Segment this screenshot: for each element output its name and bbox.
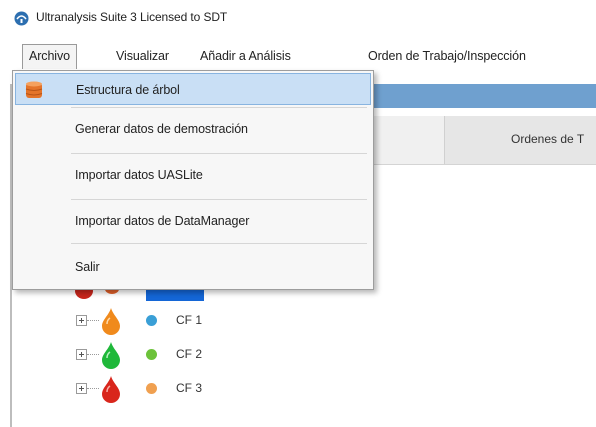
archivo-dropdown-menu: Estructura de árbol Generar datos de dem…	[12, 70, 374, 290]
tree-node-label: CF 2	[176, 347, 203, 361]
menu-item-label: Importar datos de DataManager	[75, 214, 250, 228]
menu-item-label: Salir	[75, 260, 100, 274]
tree-node-label: CF 3	[176, 381, 203, 395]
tree-connector	[87, 354, 99, 356]
menu-item-importar-datamanager[interactable]: Importar datos de DataManager	[15, 205, 371, 237]
tab-ordenes[interactable]: Ordenes de T	[444, 116, 596, 164]
tree-row[interactable]: CF 2	[72, 341, 232, 371]
menu-separator	[71, 107, 367, 108]
menu-item-importar-uaslite[interactable]: Importar datos UASLite	[15, 159, 371, 191]
menu-archivo[interactable]: Archivo	[22, 44, 77, 69]
menu-anadir-analisis[interactable]: Añadir a Análisis	[194, 44, 297, 68]
drop-red-icon	[102, 376, 120, 403]
menu-bar: Archivo Visualizar Añadir a Análisis Ord…	[0, 44, 596, 70]
status-dot	[146, 349, 157, 360]
tree-connector	[87, 320, 99, 322]
menu-separator	[71, 243, 367, 244]
menu-item-label: Estructura de árbol	[76, 83, 180, 97]
menu-item-label: Generar datos de demostración	[75, 122, 248, 136]
tree-row[interactable]: CF 3	[72, 375, 232, 405]
menu-separator	[71, 153, 367, 154]
tab-ordenes-label: Ordenes de T	[511, 132, 585, 146]
menu-separator	[71, 199, 367, 200]
tree-row[interactable]: CF 1	[72, 307, 232, 337]
menu-visualizar[interactable]: Visualizar	[110, 44, 175, 68]
status-dot	[146, 315, 157, 326]
expand-icon[interactable]	[76, 315, 87, 326]
menu-item-salir[interactable]: Salir	[15, 251, 371, 283]
status-dot	[146, 383, 157, 394]
title-bar: Ultranalysis Suite 3 Licensed to SDT	[0, 0, 596, 36]
menu-orden-trabajo[interactable]: Orden de Trabajo/Inspección	[362, 44, 532, 68]
drop-green-icon	[102, 342, 120, 369]
expand-icon[interactable]	[76, 383, 87, 394]
menu-item-label: Importar datos UASLite	[75, 168, 203, 182]
window-title: Ultranalysis Suite 3 Licensed to SDT	[36, 10, 228, 24]
drop-orange-icon	[102, 308, 120, 335]
tree-node-label: CF 1	[176, 313, 203, 327]
database-icon	[25, 81, 43, 98]
expand-icon[interactable]	[76, 349, 87, 360]
menu-item-generar-demo[interactable]: Generar datos de demostración	[15, 113, 371, 145]
app-logo-icon	[14, 11, 29, 26]
menu-item-estructura-arbol[interactable]: Estructura de árbol	[15, 73, 371, 105]
tree-connector	[87, 388, 99, 390]
